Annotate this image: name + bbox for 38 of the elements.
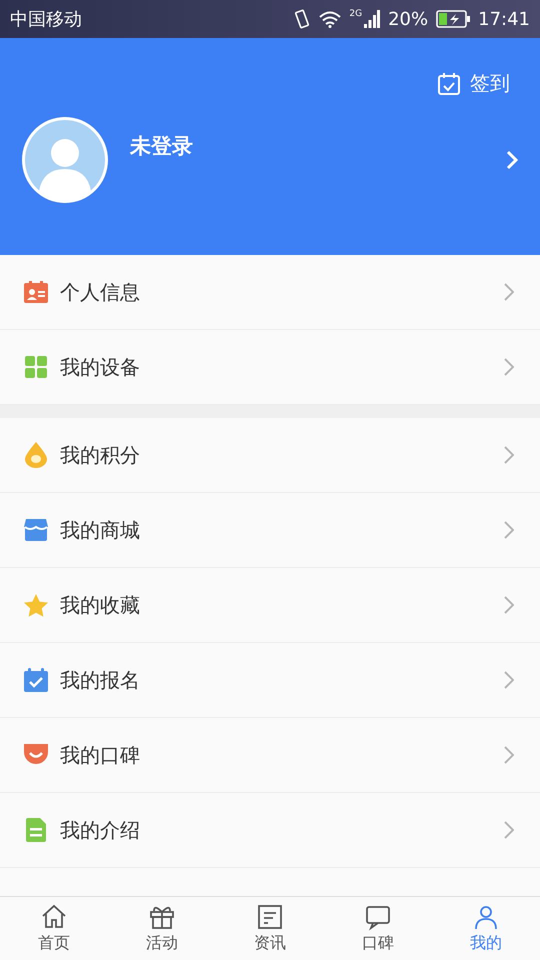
- drop-icon: [25, 442, 47, 468]
- chat-icon: [364, 903, 392, 931]
- chevron-right-icon: [504, 746, 514, 764]
- chevron-right-icon[interactable]: [506, 150, 518, 170]
- signal-icon: [364, 10, 380, 28]
- calendar-check-icon: [438, 72, 460, 94]
- tab[interactable]: 我的: [432, 897, 540, 960]
- chevron-right-icon: [504, 671, 514, 689]
- battery-icon: [436, 10, 470, 28]
- carrier-name: 中国移动: [10, 8, 82, 31]
- star-icon: [24, 594, 48, 616]
- avatar-icon[interactable]: [22, 117, 108, 203]
- tab[interactable]: 活动: [108, 897, 216, 960]
- id-card-icon: [24, 281, 48, 303]
- chevron-right-icon: [504, 596, 514, 614]
- shop-icon: [24, 519, 48, 541]
- grid-icon: [25, 356, 47, 378]
- chevron-right-icon: [504, 358, 514, 376]
- chevron-right-icon: [504, 446, 514, 464]
- calendar-check-icon: [24, 668, 48, 692]
- document-icon: [256, 903, 284, 931]
- person-icon: [472, 903, 500, 931]
- tab[interactable]: 首页: [0, 897, 108, 960]
- tab[interactable]: 口碑: [324, 897, 432, 960]
- battery-percent: 20%: [388, 8, 428, 30]
- home-icon: [40, 903, 68, 931]
- smile-icon: [24, 744, 48, 766]
- username: 未登录: [130, 133, 194, 160]
- network-type: 2G: [349, 9, 362, 19]
- chevron-right-icon: [504, 521, 514, 539]
- clock-time: 17:41: [478, 8, 530, 30]
- chevron-right-icon: [504, 283, 514, 301]
- chevron-right-icon: [504, 821, 514, 839]
- document-icon: [26, 818, 46, 842]
- wifi-icon: [319, 10, 342, 28]
- tab[interactable]: 资讯: [216, 897, 324, 960]
- vibrate-icon: [293, 9, 312, 29]
- checkin-button[interactable]: 签到: [438, 70, 518, 97]
